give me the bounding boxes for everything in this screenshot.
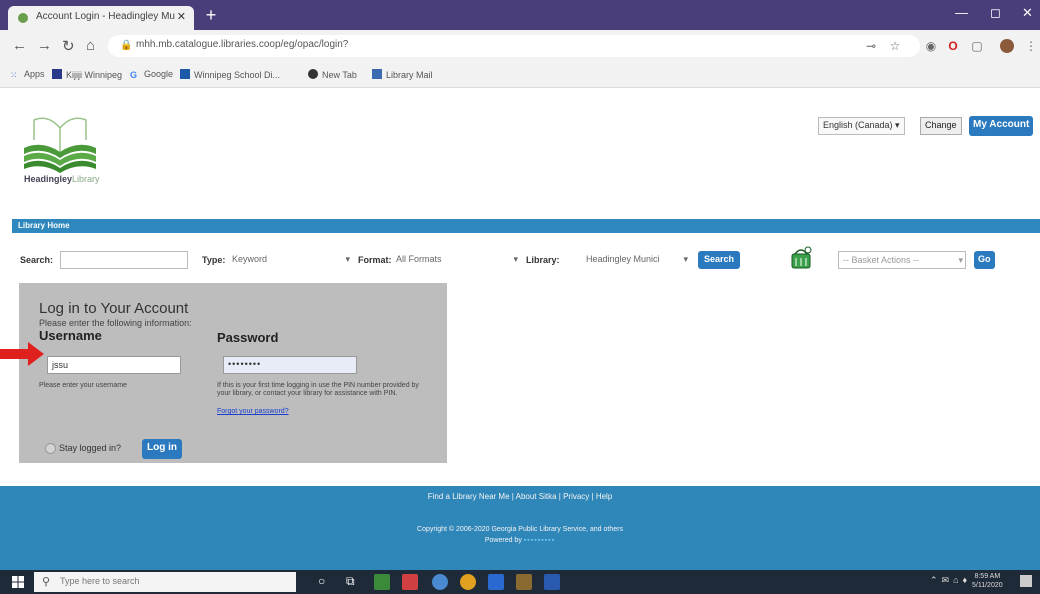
chrome-icon[interactable] [460, 574, 476, 590]
minimize-icon[interactable]: — [955, 5, 968, 20]
kijiji-icon [52, 69, 62, 79]
google-icon: G [130, 70, 138, 80]
footer-copyright: Copyright © 2006-2020 Georgia Public Lib… [417, 526, 623, 533]
password-help-text: If this is your first time logging in us… [217, 382, 419, 397]
app-icon-1[interactable] [374, 574, 390, 590]
stay-logged-in-label: Stay logged in? [59, 443, 122, 453]
reload-icon[interactable]: ↻ [62, 37, 75, 55]
close-tab-icon[interactable]: ✕ [177, 10, 186, 23]
forward-icon[interactable]: → [37, 37, 52, 54]
app-icon-6[interactable] [516, 574, 532, 590]
chevron-down-icon: ▾ [345, 254, 350, 264]
opera-icon[interactable]: O [946, 39, 960, 53]
globe-icon [308, 69, 318, 79]
password-input[interactable]: •••••••• [223, 356, 357, 374]
bookmarks-bar: ⁙ Apps Kijiji Winnipeg G Google Winnipeg S… [0, 62, 1040, 88]
browser-tab[interactable]: Account Login - Headingley Mu ✕ [8, 6, 194, 30]
page-footer: Find a Library Near Me | About Sitka | P… [0, 486, 1040, 570]
bookmark-apps[interactable]: ⁙ Apps [10, 69, 45, 80]
library-home-bar: Library Home [12, 219, 1040, 233]
username-input[interactable]: jssu [47, 356, 181, 374]
basket-icon[interactable] [790, 244, 812, 272]
key-icon[interactable]: ⊸ [864, 39, 878, 53]
bookmark-new-tab[interactable]: New Tab [308, 69, 357, 80]
windows-taskbar: ⚲ Type here to search ○ ⧉ ⌃✉⌂♦ 8:59 AM 5… [0, 570, 1040, 594]
go-button[interactable]: Go [974, 251, 995, 269]
tab-title: Account Login - Headingley Mu [36, 11, 175, 22]
system-tray[interactable]: ⌃✉⌂♦ [930, 575, 971, 586]
login-title: Log in to Your Account [39, 300, 189, 317]
bookmark-library-mail[interactable]: Library Mail [372, 69, 433, 80]
clock[interactable]: 8:59 AM 5/11/2020 [972, 572, 1003, 590]
cast-icon[interactable]: ▢ [970, 39, 984, 53]
login-button[interactable]: Log in [142, 439, 182, 459]
username-help-text: Please enter your username [39, 382, 127, 389]
basket-actions-select[interactable]: -- Basket Actions -- ▾ [838, 251, 966, 269]
logo-wordmark: HeadingleyLibrary [24, 174, 100, 184]
footer-links[interactable]: Find a Library Near Me | About Sitka | P… [0, 492, 1040, 501]
my-account-button[interactable]: My Account [969, 116, 1034, 136]
format-select[interactable]: All Formats ▾ [392, 251, 520, 269]
evergreen-logo: ▪▪▪▪▪▪▪▪▪ [523, 537, 556, 544]
bookmark-winnipeg-school[interactable]: Winnipeg School Di... [180, 69, 280, 80]
app-icon-2[interactable] [402, 574, 418, 590]
library-label: Library: [526, 255, 560, 265]
task-view-icon[interactable]: ⧉ [346, 574, 355, 589]
browser-tab-bar: Account Login - Headingley Mu ✕ + — ◻ ✕ [0, 0, 1040, 30]
lock-icon: 🔒 [120, 40, 133, 51]
login-panel: Log in to Your Account Please enter the … [19, 283, 447, 463]
maximize-icon[interactable]: ◻ [990, 5, 1001, 21]
windows-start-icon[interactable] [12, 576, 24, 588]
username-label: Username [39, 328, 102, 343]
browser-toolbar: ← → ↻ ⌂ 🔒 mhh.mb.catalogue.libraries.coo… [0, 30, 1040, 62]
search-input[interactable] [60, 251, 188, 269]
mail-icon [372, 69, 382, 79]
url-text: mhh.mb.catalogue.libraries.coop/eg/opac/… [136, 39, 349, 50]
back-icon[interactable]: ← [12, 37, 27, 54]
login-subtitle: Please enter the following information: [39, 318, 192, 328]
library-home-link[interactable]: Library Home [18, 221, 70, 230]
extension-icon[interactable]: ◉ [924, 39, 938, 53]
chevron-down-icon: ▾ [683, 254, 688, 264]
search-label: Search: [20, 255, 54, 265]
password-label: Password [217, 330, 279, 345]
stay-logged-in-checkbox[interactable] [45, 443, 56, 454]
forgot-password-link[interactable]: Forgot your password? [217, 408, 289, 415]
notification-icon[interactable] [1020, 575, 1032, 587]
search-icon: ⚲ [42, 576, 51, 588]
cortana-icon[interactable]: ○ [318, 574, 325, 588]
type-select[interactable]: Keyword ▾ [228, 251, 352, 269]
app-icon-3[interactable] [432, 574, 448, 590]
profile-avatar[interactable] [1000, 39, 1014, 53]
favicon-icon [18, 13, 28, 23]
change-language-button[interactable]: Change [920, 117, 962, 135]
format-label: Format: [358, 255, 392, 265]
search-button[interactable]: Search [698, 251, 741, 269]
type-label: Type: [202, 255, 226, 265]
search-bar: Search: Type: Keyword ▾ Format: All Forma… [12, 246, 1040, 274]
apps-grid-icon: ⁙ [10, 70, 18, 80]
chevron-down-icon: ▾ [958, 255, 963, 265]
bookmark-kijiji[interactable]: Kijiji Winnipeg [52, 69, 122, 80]
taskbar-search-box[interactable]: ⚲ Type here to search [34, 572, 296, 592]
language-select[interactable]: English (Canada) ▾ [818, 117, 905, 135]
word-icon[interactable] [544, 574, 560, 590]
school-icon [180, 69, 190, 79]
bookmark-google[interactable]: G Google [130, 69, 173, 80]
home-icon[interactable]: ⌂ [86, 37, 95, 54]
menu-icon[interactable]: ⋮ [1024, 39, 1038, 53]
red-arrow-icon [0, 342, 44, 366]
chevron-down-icon: ▾ [513, 254, 518, 264]
library-select[interactable]: Headingley Munici ▾ [582, 251, 690, 269]
star-icon[interactable]: ☆ [888, 39, 902, 53]
new-tab-icon[interactable]: + [200, 6, 222, 26]
app-icon-5[interactable] [488, 574, 504, 590]
close-window-icon[interactable]: ✕ [1022, 5, 1033, 21]
address-bar[interactable]: 🔒 mhh.mb.catalogue.libraries.coop/eg/opa… [108, 35, 920, 57]
footer-powered-by: Powered by ▪▪▪▪▪▪▪▪▪ [484, 537, 556, 544]
